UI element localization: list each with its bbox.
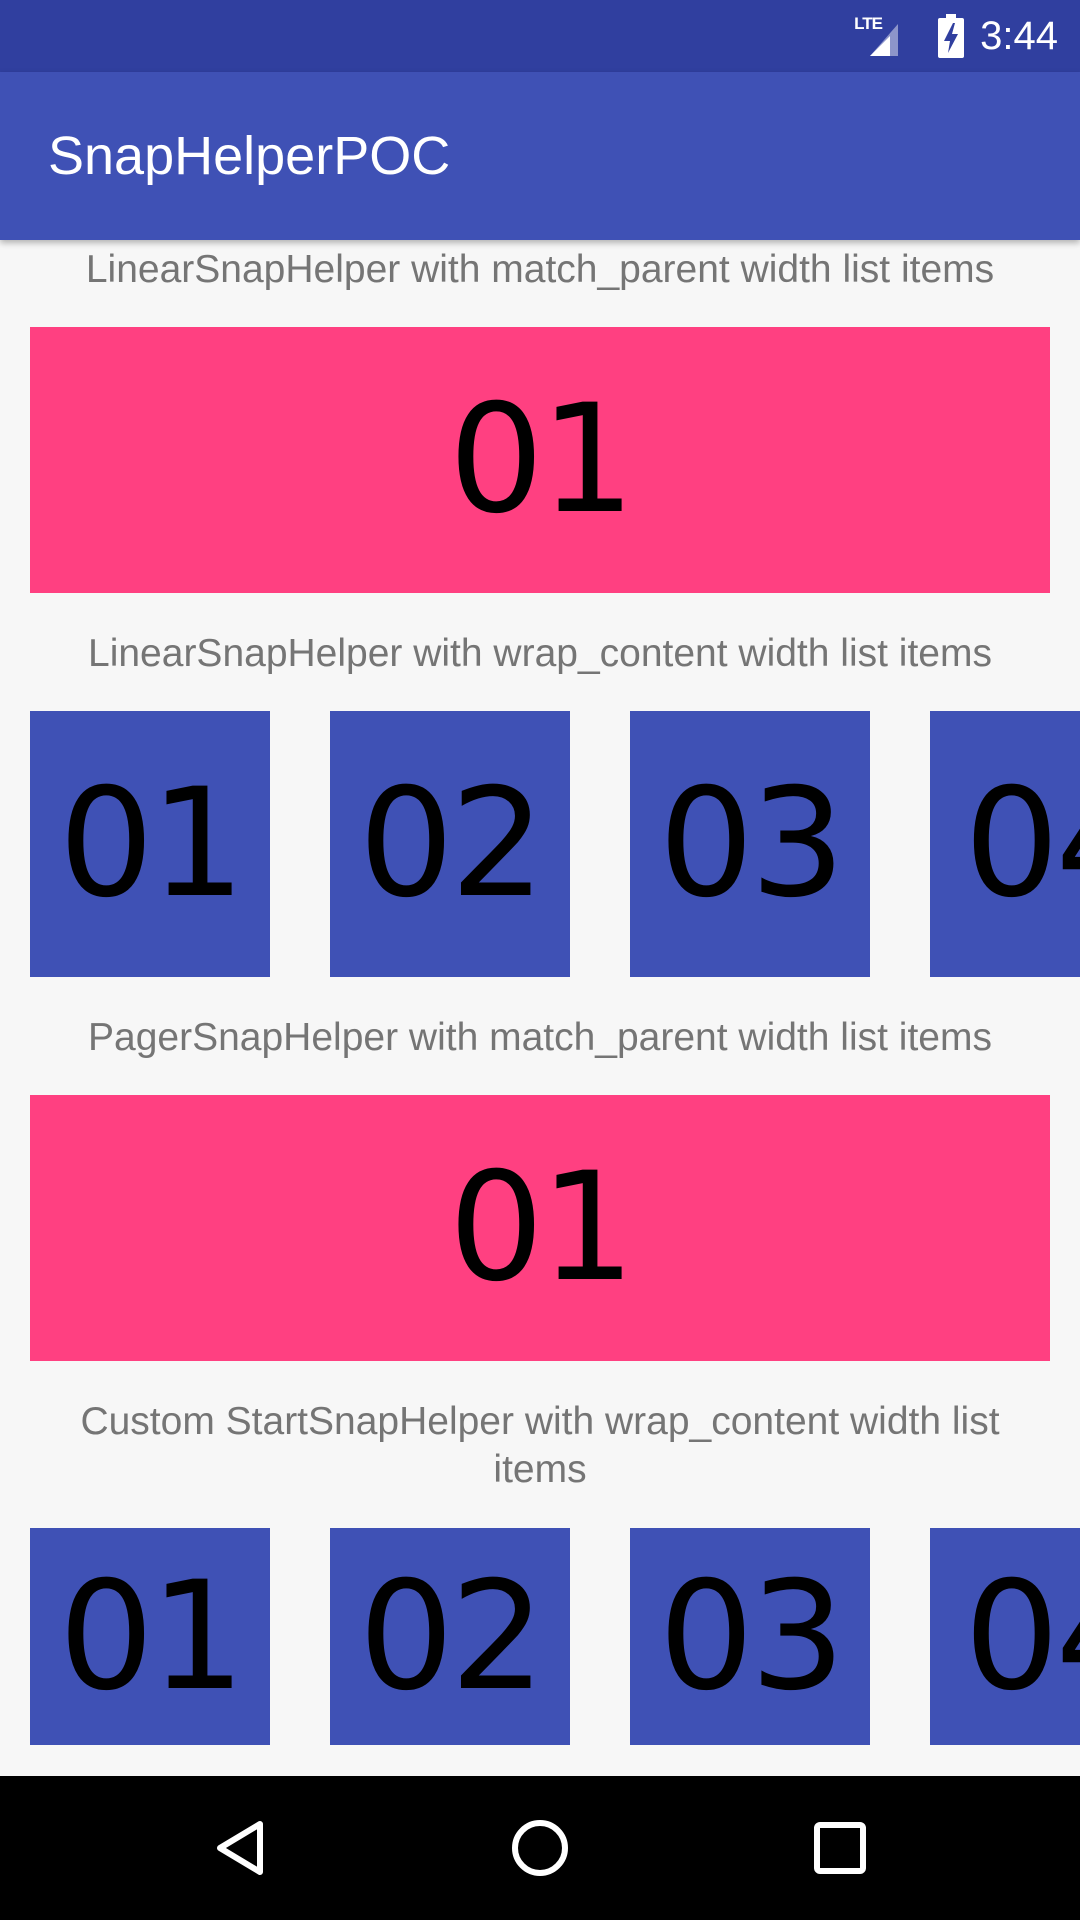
- status-bar: LTE 3:44: [0, 0, 1080, 72]
- status-icons: LTE 3:44: [854, 0, 1058, 72]
- recents-button[interactable]: [750, 1776, 930, 1920]
- home-button[interactable]: [450, 1776, 630, 1920]
- card-number: 04: [964, 757, 1080, 931]
- list-item[interactable]: 04: [930, 1528, 1080, 1745]
- recents-icon: [814, 1822, 866, 1874]
- status-clock: 3:44: [980, 13, 1058, 58]
- list-item[interactable]: 01: [30, 1528, 270, 1745]
- section-3-label: PagerSnapHelper with match_parent width …: [88, 1016, 992, 1059]
- section-4-list-inner: 01 02 03 04: [30, 1528, 1080, 1745]
- list-item[interactable]: 04: [930, 711, 1080, 977]
- list-item[interactable]: 03: [630, 711, 870, 977]
- card-number: 02: [358, 757, 546, 931]
- section-3-card[interactable]: 01: [30, 1095, 1050, 1361]
- app-bar: SnapHelperPOC: [0, 72, 1080, 240]
- app-title: SnapHelperPOC: [48, 126, 451, 186]
- navigation-bar: [0, 1776, 1080, 1920]
- screen: LTE 3:44 SnapHelperPOC LinearSnapHelper …: [0, 0, 1080, 1920]
- battery-charging-icon: [938, 14, 965, 58]
- home-icon: [512, 1820, 568, 1876]
- lte-signal-icon: LTE: [854, 14, 912, 58]
- card-number: 01: [448, 1141, 636, 1315]
- card-number: 02: [358, 1549, 546, 1724]
- content-scroll[interactable]: LinearSnapHelper with match_parent width…: [0, 240, 1080, 1776]
- section-2-label: LinearSnapHelper with wrap_content width…: [88, 632, 992, 675]
- section-1-label: LinearSnapHelper with match_parent width…: [85, 248, 995, 291]
- section-1-card[interactable]: 01: [30, 327, 1050, 593]
- list-item[interactable]: 03: [630, 1528, 870, 1745]
- back-icon: [217, 1821, 263, 1875]
- section-2-list[interactable]: 01 02 03 04: [30, 711, 1080, 977]
- section-2-list-inner: 01 02 03 04: [30, 711, 1080, 977]
- card-number: 01: [58, 757, 246, 931]
- card-number: 01: [448, 373, 636, 547]
- list-item[interactable]: 01: [30, 711, 270, 977]
- back-button[interactable]: [150, 1776, 330, 1920]
- list-item[interactable]: 02: [330, 711, 570, 977]
- card-number: 04: [964, 1549, 1080, 1724]
- card-number: 01: [58, 1549, 246, 1724]
- section-4-list[interactable]: 01 02 03 04: [30, 1528, 1080, 1745]
- card-number: 03: [658, 757, 846, 931]
- section-4-label: Custom StartSnapHelper with wrap_content…: [80, 1400, 1000, 1491]
- card-number: 03: [658, 1549, 846, 1724]
- list-item[interactable]: 02: [330, 1528, 570, 1745]
